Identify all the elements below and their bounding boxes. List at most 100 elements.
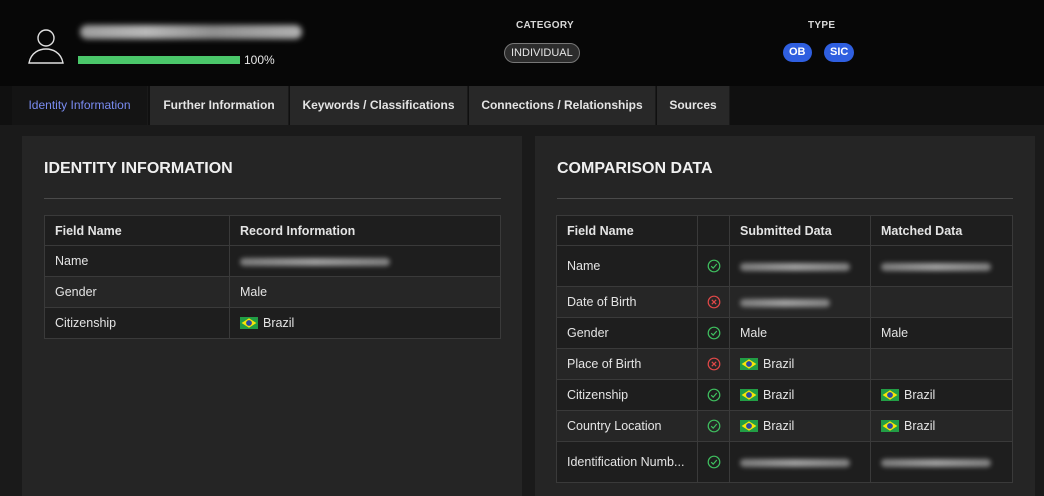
country-name: Brazil (904, 419, 936, 433)
redacted-value (240, 257, 390, 266)
identity-table: Field Name Record Information Name Gende… (44, 215, 501, 339)
matched-data-cell (870, 245, 1013, 287)
x-circle-icon (707, 295, 720, 309)
brazil-flag-icon (740, 358, 758, 370)
brazil-flag-icon (240, 317, 258, 329)
matched-value: Male (881, 326, 909, 340)
x-circle-icon (707, 357, 720, 371)
submitted-data-cell: Brazil (729, 410, 871, 442)
panel-divider (557, 198, 1013, 199)
table-row: Date of Birth (556, 286, 1013, 318)
table-row: Citizenship Brazil Brazil (556, 379, 1013, 411)
table-row: Gender Male Male (556, 317, 1013, 349)
field-name: Country Location (556, 410, 698, 442)
type-badge-sic: SIC (824, 43, 855, 62)
redacted-value (881, 262, 991, 271)
panel-title: COMPARISON DATA (557, 160, 713, 177)
type-label: TYPE (808, 20, 836, 31)
user-avatar-icon (28, 29, 64, 64)
field-name: Name (556, 245, 698, 287)
matched-data-cell (870, 286, 1013, 318)
match-progress-fill (78, 56, 240, 64)
comparison-data-panel: COMPARISON DATA Field Name Submitted Dat… (535, 136, 1035, 496)
redacted-value (881, 458, 991, 467)
identity-information-panel: IDENTITY INFORMATION Field Name Record I… (22, 136, 522, 496)
check-circle-icon (707, 455, 720, 469)
record-value-redacted (229, 245, 501, 277)
status-cell (697, 245, 730, 287)
brazil-flag-icon (881, 420, 899, 432)
field-name: Place of Birth (556, 348, 698, 380)
tab-connections-relationships[interactable]: Connections / Relationships (469, 86, 656, 125)
submitted-value: Male (740, 326, 768, 340)
submitted-data-cell (729, 245, 871, 287)
check-circle-icon (707, 419, 720, 433)
field-name: Date of Birth (556, 286, 698, 318)
table-row: Gender Male (44, 276, 501, 308)
column-header: Record Information (229, 215, 501, 246)
matched-data-cell: Brazil (870, 379, 1013, 411)
check-circle-icon (707, 326, 720, 340)
table-row: Country Location Brazil Brazil (556, 410, 1013, 442)
column-header: Matched Data (870, 215, 1013, 246)
field-name: Name (44, 245, 230, 277)
brazil-flag-icon (740, 420, 758, 432)
redacted-value (740, 458, 850, 467)
field-name: Citizenship (44, 307, 230, 339)
matched-data-cell: Brazil (870, 410, 1013, 442)
status-cell (697, 441, 730, 483)
status-cell (697, 348, 730, 380)
matched-data-cell (870, 441, 1013, 483)
tab-keywords-classifications[interactable]: Keywords / Classifications (290, 86, 468, 125)
check-circle-icon (707, 259, 720, 273)
field-name: Gender (44, 276, 230, 308)
country-name: Brazil (263, 316, 295, 330)
comparison-table: Field Name Submitted Data Matched Data N… (556, 215, 1013, 483)
column-header: Field Name (556, 215, 698, 246)
field-name: Identification Numb... (556, 441, 698, 483)
brazil-flag-icon (881, 389, 899, 401)
tab-sources[interactable]: Sources (657, 86, 730, 125)
status-cell (697, 317, 730, 349)
matched-data-cell: Male (870, 317, 1013, 349)
brazil-flag-icon (740, 389, 758, 401)
country-name: Brazil (763, 357, 795, 371)
record-value: Male (229, 276, 501, 308)
category-label: CATEGORY (516, 20, 574, 31)
table-header-row: Field Name Record Information (44, 215, 501, 246)
redacted-entity-name (80, 25, 302, 39)
country-name: Brazil (763, 388, 795, 402)
country-name: Brazil (763, 419, 795, 433)
table-row: Identification Numb... (556, 441, 1013, 483)
match-progress-bar (78, 56, 240, 64)
column-header: Submitted Data (729, 215, 871, 246)
table-row: Citizenship Brazil (44, 307, 501, 339)
tab-further-information[interactable]: Further Information (150, 86, 289, 125)
table-row: Name (44, 245, 501, 277)
field-name: Gender (556, 317, 698, 349)
status-cell (697, 286, 730, 318)
category-badge: INDIVIDUAL (504, 43, 580, 63)
column-header: Field Name (44, 215, 230, 246)
check-circle-icon (707, 388, 720, 402)
table-header-row: Field Name Submitted Data Matched Data (556, 215, 1013, 246)
submitted-data-cell (729, 441, 871, 483)
tab-identity-information[interactable]: Identity Information (12, 86, 148, 125)
status-cell (697, 379, 730, 411)
submitted-data-cell: Brazil (729, 348, 871, 380)
profile-header: 100% CATEGORY INDIVIDUAL TYPE OB SIC (0, 0, 1044, 86)
matched-data-cell (870, 348, 1013, 380)
panel-divider (44, 198, 501, 199)
match-progress-text: 100% (244, 53, 275, 67)
status-column-header (697, 215, 730, 246)
record-value: Brazil (229, 307, 501, 339)
submitted-data-cell (729, 286, 871, 318)
table-row: Name (556, 245, 1013, 287)
redacted-value (740, 262, 850, 271)
redacted-value (740, 298, 830, 307)
panel-title: IDENTITY INFORMATION (44, 160, 233, 177)
tab-bar: Identity Information Further Information… (0, 86, 1044, 125)
field-name: Citizenship (556, 379, 698, 411)
submitted-data-cell: Male (729, 317, 871, 349)
submitted-data-cell: Brazil (729, 379, 871, 411)
